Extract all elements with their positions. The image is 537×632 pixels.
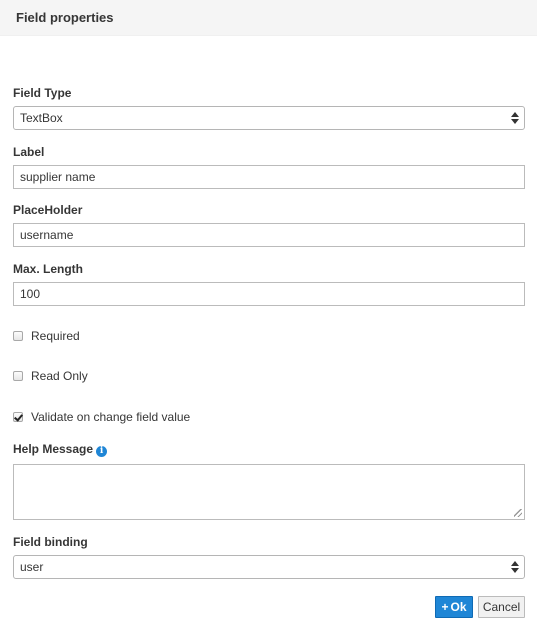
- field-binding-select[interactable]: user: [13, 555, 525, 579]
- help-message-label-row: Help Message i: [13, 442, 108, 457]
- label-field-label: Label: [13, 145, 45, 159]
- help-message-textarea[interactable]: [13, 464, 525, 520]
- validate-label: Validate on change field value: [31, 410, 191, 424]
- resize-grip-icon[interactable]: [514, 509, 522, 517]
- required-row[interactable]: Required: [13, 329, 80, 343]
- field-binding-value: user: [20, 560, 44, 574]
- validate-checkbox[interactable]: [13, 412, 23, 422]
- help-message-label: Help Message: [13, 442, 94, 456]
- dialog-header: Field properties: [0, 0, 537, 36]
- required-checkbox[interactable]: [13, 331, 23, 341]
- max-length-input[interactable]: 100: [13, 282, 525, 306]
- validate-row[interactable]: Validate on change field value: [13, 410, 190, 424]
- required-label: Required: [31, 329, 80, 343]
- read-only-row[interactable]: Read Only: [13, 369, 88, 383]
- field-type-value: TextBox: [20, 111, 63, 125]
- field-binding-label: Field binding: [13, 535, 88, 549]
- label-input[interactable]: supplier name: [13, 165, 525, 189]
- cancel-button[interactable]: Cancel: [478, 596, 525, 618]
- select-arrows-icon: [511, 560, 519, 574]
- info-icon[interactable]: i: [96, 446, 108, 457]
- plus-icon: +: [441, 600, 449, 614]
- field-type-select[interactable]: TextBox: [13, 106, 525, 130]
- max-length-label: Max. Length: [13, 262, 84, 276]
- read-only-label: Read Only: [31, 369, 88, 383]
- dialog-title: Field properties: [16, 10, 114, 25]
- select-arrows-icon: [511, 111, 519, 125]
- placeholder-label: PlaceHolder: [13, 203, 83, 217]
- placeholder-input[interactable]: username: [13, 223, 525, 247]
- read-only-checkbox[interactable]: [13, 371, 23, 381]
- ok-button[interactable]: + Ok: [435, 596, 473, 618]
- field-type-label: Field Type: [13, 86, 72, 100]
